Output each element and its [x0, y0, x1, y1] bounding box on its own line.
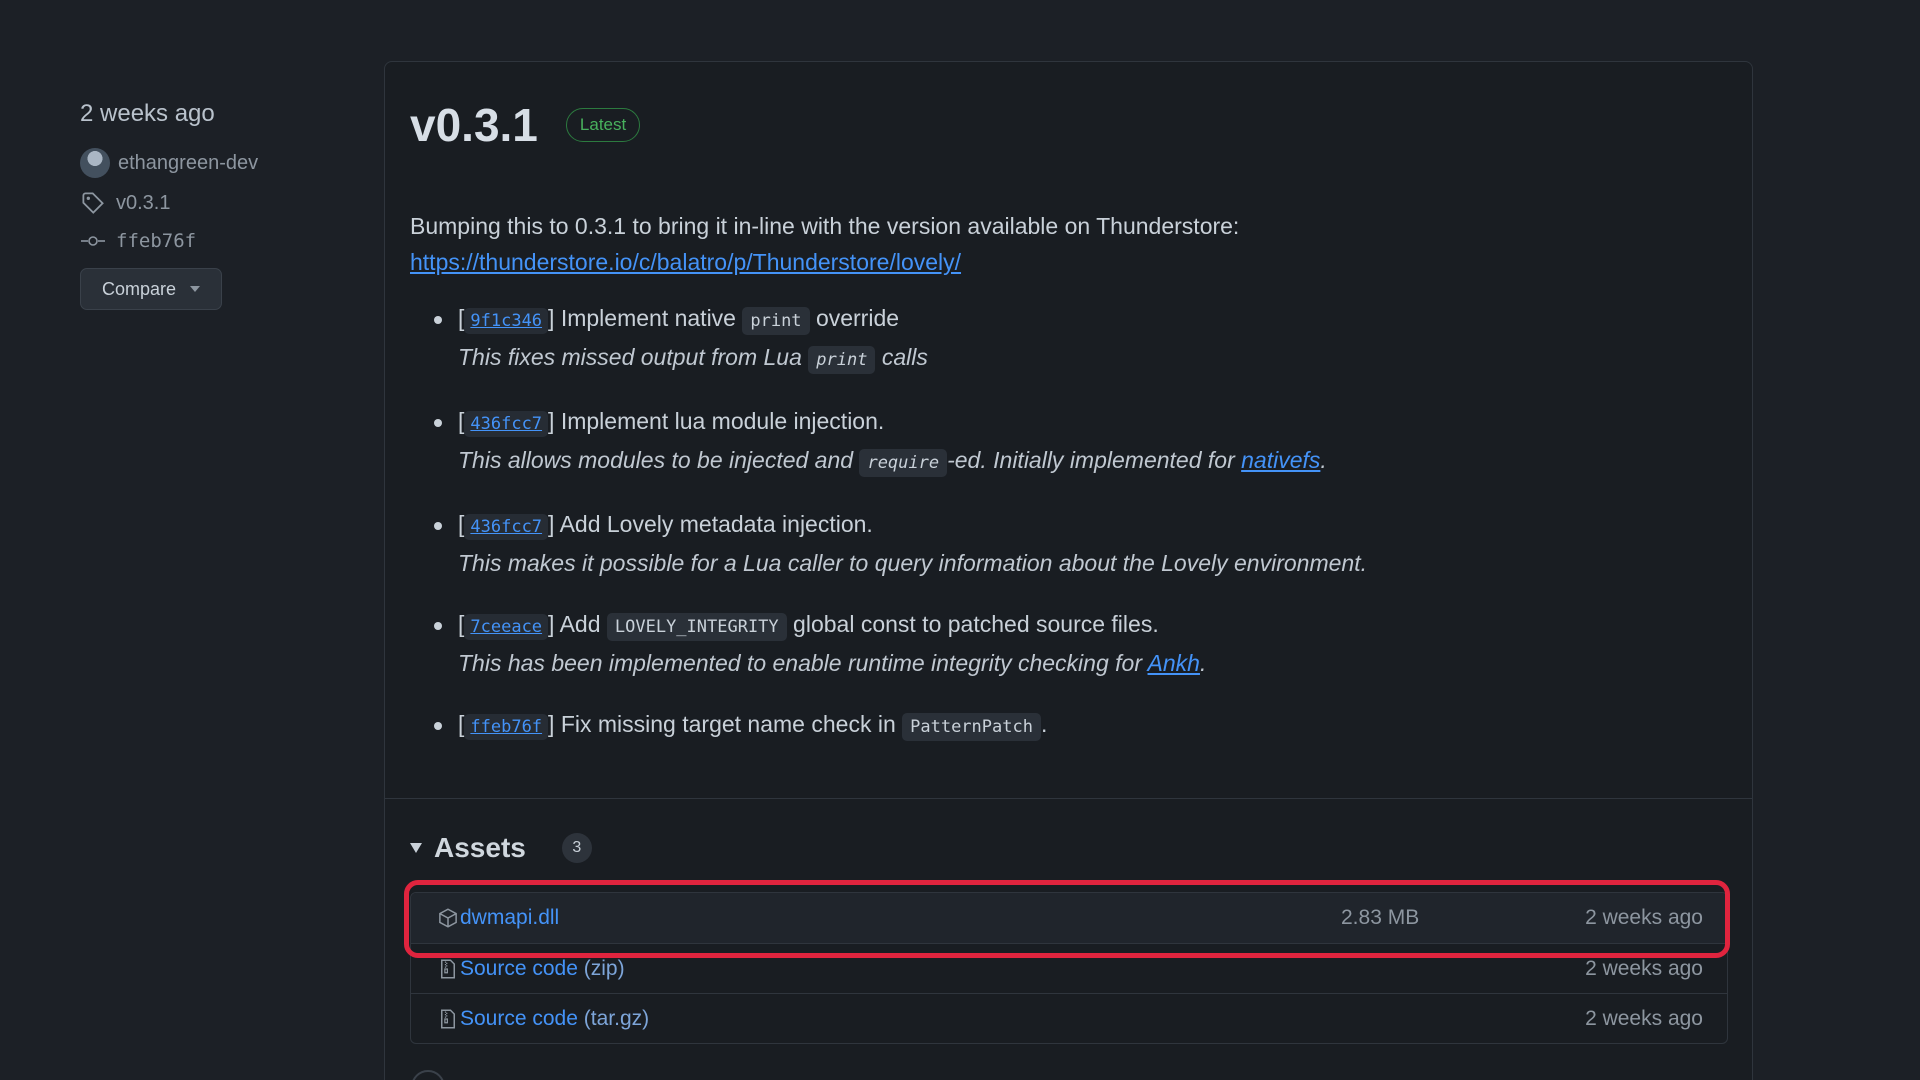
asset-size: 2.83 MB [1341, 906, 1420, 929]
change-note: This fixes missed output from Lua [458, 344, 802, 370]
commit-hash-link[interactable]: 9f1c346 [464, 308, 549, 334]
change-note: calls [881, 344, 928, 370]
tag-icon [80, 190, 106, 216]
change-text: . [1040, 711, 1048, 737]
inline-code: PatternPatch [902, 713, 1041, 741]
change-note: This allows modules to be injected and [458, 447, 854, 473]
ankh-link[interactable]: Ankh [1148, 650, 1200, 676]
list-item: [436fcc7] Implement lua module injection… [434, 403, 1727, 481]
assets-count-badge: 3 [561, 833, 592, 863]
commit-row[interactable]: ffeb76f [80, 228, 340, 254]
change-note: -ed. Initially implemented for [947, 447, 1235, 473]
change-list: [9f1c346] Implement native print overrid… [410, 300, 1727, 745]
change-text: override [815, 305, 900, 331]
change-text: Add [559, 611, 601, 637]
list-item: [436fcc7] Add Lovely metadata injection.… [434, 506, 1727, 581]
asset-list: dwmapi.dll 2.83 MB 2 weeks ago Source co… [410, 892, 1728, 1044]
asset-name: Source code [460, 956, 578, 980]
file-zip-icon [436, 957, 460, 981]
list-item: [9f1c346] Implement native print overrid… [434, 300, 1727, 378]
asset-row-source-zip[interactable]: Source code (zip) 2 weeks ago [411, 943, 1727, 993]
change-note: . [1199, 650, 1207, 676]
latest-badge: Latest [565, 108, 641, 142]
compare-button[interactable]: Compare [80, 268, 222, 310]
asset-name: Source code [460, 1006, 578, 1030]
asset-suffix: (zip) [583, 956, 625, 980]
release-card: v0.3.1 Latest Bumping this to 0.3.1 to b… [384, 61, 1753, 1080]
assets-toggle[interactable]: Assets 3 [410, 832, 592, 864]
compare-label: Compare [101, 278, 177, 299]
inline-code: print [742, 307, 810, 335]
commit-icon [80, 228, 106, 254]
nativefs-link[interactable]: nativefs [1241, 447, 1320, 473]
chevron-down-icon [190, 286, 201, 292]
list-item: [7ceeace] Add LOVELY_INTEGRITY global co… [434, 606, 1727, 681]
commit-hash-link[interactable]: 436fcc7 [464, 411, 549, 437]
asset-date: 2 weeks ago [1585, 956, 1703, 980]
asset-suffix: (tar.gz) [583, 1006, 650, 1030]
asset-date: 2 weeks ago [1585, 1006, 1703, 1030]
commit-link[interactable]: ffeb76f [116, 230, 196, 252]
commit-hash-link[interactable]: ffeb76f [464, 714, 549, 740]
file-zip-icon [436, 1007, 460, 1031]
asset-row-dwmapi[interactable]: dwmapi.dll 2.83 MB 2 weeks ago [411, 893, 1727, 943]
thunderstore-link[interactable]: https://thunderstore.io/c/balatro/p/Thun… [410, 249, 961, 275]
change-text: Fix missing target name check in [560, 711, 896, 737]
commit-hash-link[interactable]: 436fcc7 [464, 514, 549, 540]
change-note: . [1320, 447, 1327, 473]
triangle-down-icon [410, 843, 422, 853]
author-link[interactable]: ethangreen-dev [118, 152, 258, 175]
change-note: This has been implemented to enable runt… [458, 650, 1142, 676]
list-item: [ffeb76f] Fix missing target name check … [434, 706, 1727, 745]
inline-code: require [859, 449, 948, 477]
avatar[interactable] [80, 148, 110, 178]
package-icon [436, 906, 460, 930]
release-intro: Bumping this to 0.3.1 to bring it in-lin… [410, 208, 1727, 280]
change-text: Add Lovely metadata injection. [559, 511, 873, 537]
assets-title: Assets [434, 832, 526, 863]
change-text: Implement native [560, 305, 736, 331]
release-sidebar: 2 weeks ago ethangreen-dev v0.3.1 ffeb76… [80, 100, 340, 310]
tag-link[interactable]: v0.3.1 [116, 192, 170, 215]
asset-link[interactable]: dwmapi.dll [460, 906, 559, 930]
change-note: This makes it possible for a Lua caller … [458, 550, 1367, 576]
tag-row[interactable]: v0.3.1 [80, 190, 340, 216]
change-text: global const to patched source files. [793, 611, 1159, 637]
commit-hash-link[interactable]: 7ceeace [464, 614, 549, 640]
change-text: Implement lua module injection. [560, 408, 885, 434]
asset-date: 2 weeks ago [1585, 906, 1703, 929]
inline-code: LOVELY_INTEGRITY [606, 613, 787, 641]
intro-text: Bumping this to 0.3.1 to bring it in-lin… [410, 213, 1240, 239]
asset-link[interactable]: Source code (tar.gz) [460, 1007, 649, 1031]
inline-code: print [808, 346, 876, 374]
divider [385, 798, 1752, 799]
release-title[interactable]: v0.3.1 [410, 98, 538, 152]
asset-link[interactable]: Source code (zip) [460, 957, 625, 981]
asset-row-source-targz[interactable]: Source code (tar.gz) 2 weeks ago [411, 993, 1727, 1043]
author-row[interactable]: ethangreen-dev [80, 148, 340, 178]
release-date: 2 weeks ago [80, 100, 215, 127]
